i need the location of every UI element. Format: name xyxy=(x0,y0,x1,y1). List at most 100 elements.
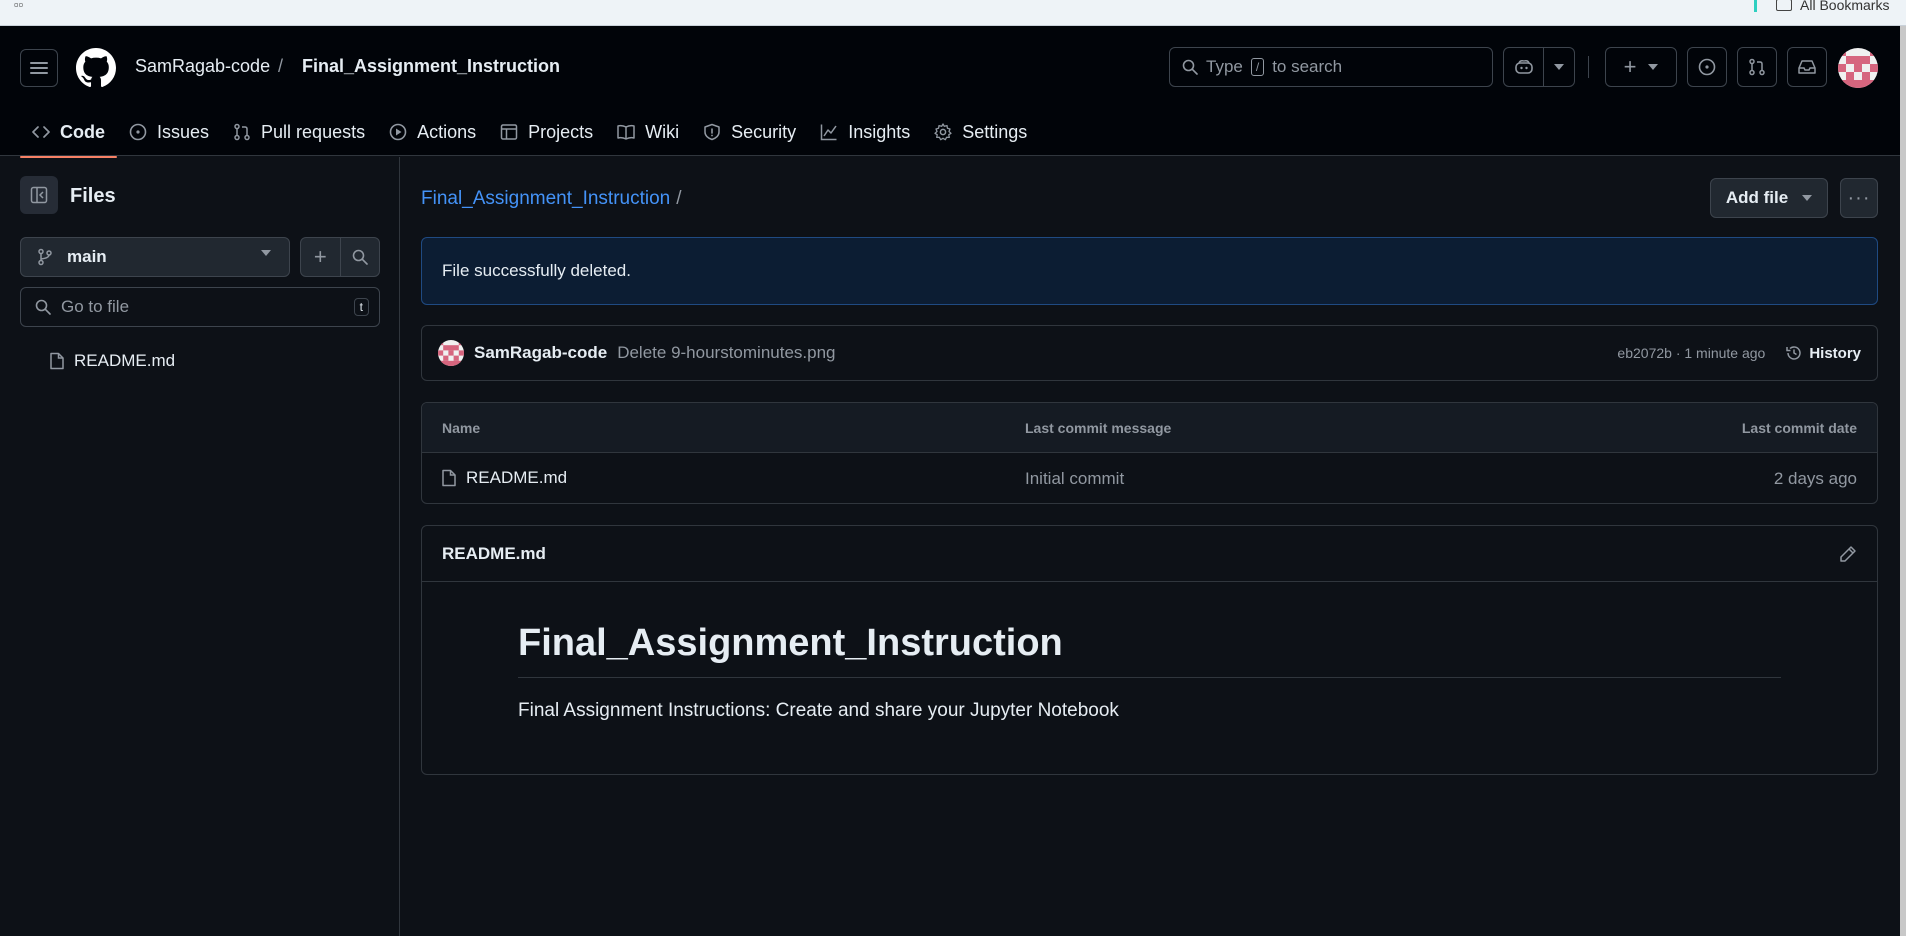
issue-icon xyxy=(1698,58,1716,76)
flash-text: File successfully deleted. xyxy=(442,261,631,280)
tab-insights[interactable]: Insights xyxy=(808,112,922,152)
search-icon xyxy=(352,249,368,265)
commit-author[interactable]: SamRagab-code xyxy=(474,343,607,363)
readme-filename[interactable]: README.md xyxy=(442,544,546,564)
breadcrumb-repo-link[interactable]: Final_Assignment_Instruction xyxy=(421,188,670,209)
pencil-icon[interactable] xyxy=(1839,545,1857,563)
go-to-file-placeholder: Go to file xyxy=(61,297,130,316)
github-logo-icon[interactable] xyxy=(76,48,116,88)
search-files-button[interactable] xyxy=(341,238,380,276)
tab-security[interactable]: Security xyxy=(691,112,808,152)
chevron-down-icon[interactable] xyxy=(1544,48,1574,86)
menu-button[interactable] xyxy=(20,49,58,87)
more-options-button[interactable]: ··· xyxy=(1840,178,1878,218)
tab-label: Code xyxy=(60,121,105,142)
folder-icon xyxy=(1776,0,1792,11)
search-prefix: Type xyxy=(1206,57,1243,76)
user-avatar[interactable] xyxy=(1838,48,1878,88)
chevron-down-icon xyxy=(1648,64,1659,70)
column-name: Name xyxy=(442,420,481,436)
commit-message[interactable]: Delete 9-hourstominutes.png xyxy=(617,343,835,363)
breadcrumb-separator: / xyxy=(676,188,682,209)
issues-button[interactable] xyxy=(1687,47,1727,87)
repo-link[interactable]: Final_Assignment_Instruction xyxy=(302,56,560,77)
row-commit-message[interactable]: Initial commit xyxy=(1025,469,1124,489)
chevron-down-icon xyxy=(261,250,271,256)
tab-label: Issues xyxy=(157,121,210,142)
tree-item-readme[interactable]: README.md xyxy=(50,351,175,371)
search-icon xyxy=(35,299,51,315)
sidebar-actions: + xyxy=(300,237,380,277)
bookmark-separator xyxy=(1754,0,1757,12)
branch-icon xyxy=(38,248,52,266)
tree-item-label: README.md xyxy=(74,351,176,370)
table-header: Name Last commit message Last commit dat… xyxy=(422,403,1877,453)
search-suffix: to search xyxy=(1272,57,1343,76)
add-file-icon[interactable]: + xyxy=(301,238,341,276)
tab-pull-requests[interactable]: Pull requests xyxy=(221,112,377,152)
all-bookmarks-label: All Bookmarks xyxy=(1800,0,1890,13)
all-bookmarks-button[interactable]: All Bookmarks xyxy=(1776,0,1889,13)
header-divider xyxy=(1588,56,1589,78)
copilot-icon[interactable] xyxy=(1504,48,1544,86)
branch-selector[interactable]: main xyxy=(20,237,290,277)
play-icon xyxy=(389,123,407,141)
gear-icon xyxy=(934,123,952,141)
issue-icon xyxy=(129,123,147,141)
tab-wiki[interactable]: Wiki xyxy=(605,112,691,152)
repo-tabs: Code Issues Pull requests Actions Projec… xyxy=(20,112,1039,158)
owner-link[interactable]: SamRagab-code xyxy=(135,56,270,77)
browser-bookmark-bar: ▫▫ All Bookmarks xyxy=(0,0,1906,26)
pull-request-icon xyxy=(234,123,250,141)
column-last-commit-message: Last commit message xyxy=(1025,420,1172,436)
commit-sha-time[interactable]: eb2072b · 1 minute ago xyxy=(1617,345,1765,361)
crumb-separator: / xyxy=(278,56,284,76)
file-icon xyxy=(442,469,456,487)
tab-actions[interactable]: Actions xyxy=(377,112,488,152)
tab-label: Settings xyxy=(962,121,1028,142)
plus-icon: + xyxy=(1623,54,1637,79)
create-new-button[interactable]: + xyxy=(1605,47,1677,87)
search-shortcut: / xyxy=(1250,58,1265,76)
sidebar-collapse-icon xyxy=(30,186,48,204)
book-icon xyxy=(617,124,635,140)
chevron-down-icon xyxy=(1802,195,1813,201)
tab-code[interactable]: Code xyxy=(20,112,117,158)
tab-issues[interactable]: Issues xyxy=(117,112,221,152)
tab-projects[interactable]: Projects xyxy=(488,112,605,152)
history-button[interactable]: History xyxy=(1785,344,1861,362)
shield-icon xyxy=(704,123,720,141)
readme-header: README.md xyxy=(422,526,1877,582)
file-icon xyxy=(50,352,64,370)
collapse-sidebar-button[interactable] xyxy=(20,176,58,214)
readme-body: Final_Assignment_Instruction Final Assig… xyxy=(422,582,1877,722)
page-scrollbar[interactable] xyxy=(1900,26,1906,936)
latest-commit-bar: SamRagab-code Delete 9-hourstominutes.pn… xyxy=(421,325,1878,381)
readme-heading: Final_Assignment_Instruction xyxy=(518,622,1781,678)
breadcrumb: Final_Assignment_Instruction / xyxy=(421,188,682,210)
apps-icon[interactable]: ▫▫ xyxy=(14,0,23,11)
search-input[interactable]: Type / to search xyxy=(1169,47,1493,87)
column-last-commit-date: Last commit date xyxy=(1741,420,1857,436)
tab-label: Actions xyxy=(417,121,477,142)
readme-text: Final Assignment Instructions: Create an… xyxy=(518,700,1119,721)
file-name: README.md xyxy=(466,468,568,487)
go-to-file-input[interactable]: Go to file t xyxy=(20,287,380,327)
add-file-button[interactable]: Add file xyxy=(1710,178,1828,218)
add-file-label: Add file xyxy=(1725,188,1789,207)
pull-request-icon xyxy=(1749,58,1765,76)
inbox-button[interactable] xyxy=(1787,47,1827,87)
row-commit-date: 2 days ago xyxy=(1773,469,1857,488)
table-row: README.md Initial commit 2 days ago xyxy=(422,453,1877,503)
tab-label: Wiki xyxy=(645,121,680,142)
hamburger-icon xyxy=(30,62,48,74)
tab-label: Security xyxy=(731,121,797,142)
inbox-icon xyxy=(1798,60,1816,74)
author-avatar[interactable] xyxy=(438,340,464,366)
file-table: Name Last commit message Last commit dat… xyxy=(421,402,1878,504)
tab-settings[interactable]: Settings xyxy=(922,112,1039,152)
pull-requests-button[interactable] xyxy=(1737,47,1777,87)
history-label: History xyxy=(1809,344,1861,362)
copilot-button[interactable] xyxy=(1503,47,1575,87)
file-link[interactable]: README.md xyxy=(442,468,567,488)
